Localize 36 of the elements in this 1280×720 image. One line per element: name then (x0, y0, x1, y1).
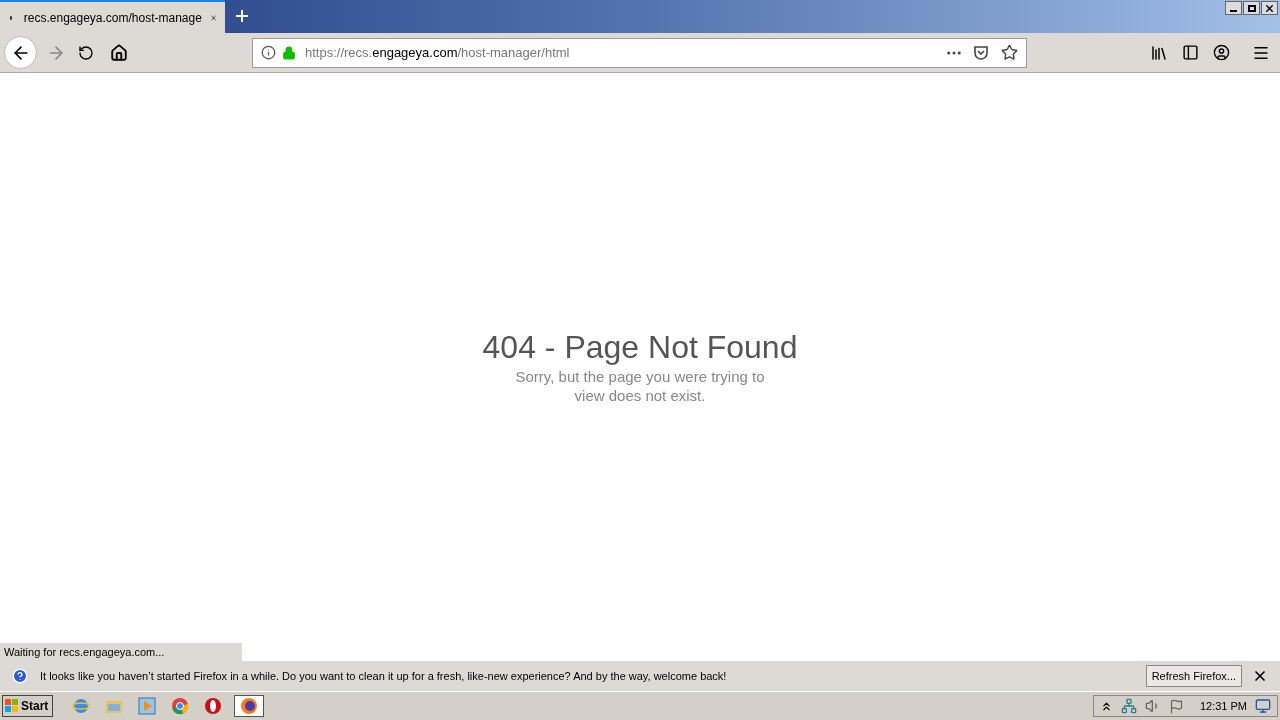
status-text: Waiting for recs.engageya.com... (0, 643, 242, 661)
globe-icon (72, 697, 90, 715)
circle-logo-icon (171, 697, 189, 715)
browser-tab[interactable]: recs.engageya.com/host-manage (0, 0, 225, 33)
info-icon[interactable] (261, 45, 276, 60)
help-icon (12, 668, 28, 684)
flag-icon[interactable] (1168, 698, 1184, 714)
start-button[interactable]: Start (2, 695, 53, 717)
sidebar-icon[interactable] (1182, 44, 1199, 61)
tab-title: recs.engageya.com/host-manage (23, 9, 202, 27)
taskbar-app[interactable] (234, 695, 264, 717)
show-desktop-icon[interactable] (1255, 698, 1271, 714)
windows-logo-icon (5, 699, 19, 713)
star-icon[interactable] (1001, 44, 1018, 61)
new-tab-icon[interactable] (233, 7, 251, 25)
back-icon[interactable] (4, 36, 37, 69)
account-icon[interactable] (1213, 44, 1230, 61)
refresh-button[interactable]: Refresh Firefox... (1145, 665, 1242, 687)
close-icon[interactable] (1261, 1, 1278, 15)
close-icon[interactable] (1252, 668, 1268, 684)
notification-message: It looks like you haven’t started Firefox in a while. Do you want to clean it up for a fresh, like-new experience? And by the way, welcome back! (40, 668, 727, 684)
clock[interactable]: 12:31 PM (1199, 697, 1247, 715)
library-icon[interactable] (1150, 43, 1168, 62)
ring-logo-icon (204, 697, 222, 715)
fox-globe-icon (240, 697, 258, 715)
address-field[interactable]: https://recs.engageya.com/host-manager/html (252, 37, 1027, 68)
error-message: Sorry, but the page you were trying to view does not exist. (514, 367, 766, 405)
page-heading: 404 - Page Not Found (482, 328, 798, 367)
home-icon[interactable] (110, 43, 128, 62)
shield-icon[interactable] (973, 44, 989, 61)
play-icon (138, 697, 156, 715)
minimize-icon[interactable] (1225, 1, 1242, 15)
network-icon[interactable] (1120, 698, 1137, 714)
lock-icon (282, 45, 296, 60)
reload-icon[interactable] (78, 44, 94, 61)
restore-icon[interactable] (1243, 1, 1260, 15)
